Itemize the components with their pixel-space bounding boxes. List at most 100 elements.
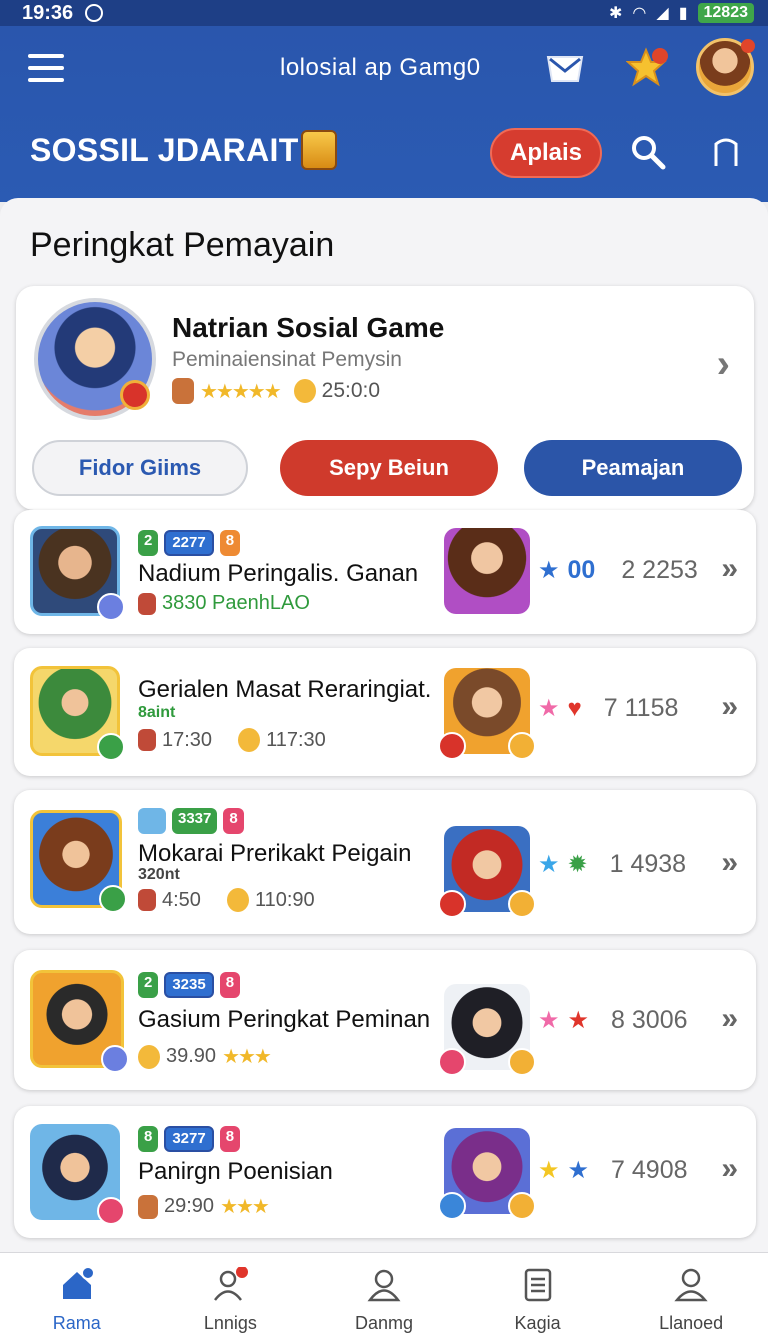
- time-value: 4:50: [162, 888, 201, 911]
- coin-icon: [508, 890, 536, 918]
- player-tag: 8aint: [138, 704, 176, 721]
- tag: 3277: [164, 1126, 214, 1152]
- featured-meta: ★★★★★ 25:0:0: [172, 378, 380, 404]
- join-button[interactable]: Peamajan: [524, 440, 742, 496]
- battery-level: 12823: [697, 3, 754, 23]
- list-item[interactable]: 3337 8 Mokarai Prerikakt Peigain 320nt 4…: [14, 790, 756, 934]
- account-icon: [674, 1268, 708, 1302]
- menu-icon[interactable]: [28, 54, 64, 82]
- nav-label: Kagia: [514, 1313, 561, 1333]
- tag: 8: [138, 1126, 159, 1152]
- double-chevron-icon[interactable]: »: [721, 1152, 738, 1186]
- coin-icon: [508, 1048, 536, 1076]
- character-icon: [172, 378, 194, 404]
- double-chevron-icon[interactable]: »: [721, 1002, 738, 1036]
- signal-icon: ◢: [656, 5, 669, 22]
- badge-icon: [438, 1048, 466, 1076]
- player-times: 17:30 117:30: [138, 728, 326, 752]
- chevron-right-icon[interactable]: ›: [717, 342, 730, 387]
- user-avatar[interactable]: [696, 38, 755, 96]
- player-thumbnail: [30, 1124, 125, 1225]
- notification-dot: [741, 39, 755, 53]
- tag-list: 2 3235 8: [138, 972, 241, 998]
- nav-item-account[interactable]: Llanoed: [614, 1253, 768, 1344]
- featured-avatar: [34, 298, 156, 420]
- tag: 2277: [164, 530, 214, 556]
- character-icon: [138, 808, 166, 834]
- crown-icon: [300, 130, 337, 170]
- badge-icon: [120, 380, 150, 410]
- list-item[interactable]: 2 3235 8 Gasium Peringkat Peminan 39.90 …: [14, 950, 756, 1090]
- trophy-icon: [226, 888, 249, 912]
- time-value: 29:90: [164, 1195, 215, 1217]
- featured-subtitle: Peminaiensinat Pemysin: [172, 348, 402, 371]
- clock-icon: [85, 4, 104, 22]
- character-portrait: [438, 1128, 536, 1220]
- character-icon: [138, 889, 156, 911]
- coin-icon: [508, 732, 536, 760]
- nav-item-friends[interactable]: Lnnigs: [154, 1253, 308, 1344]
- yellow-star-icon: ★: [538, 1157, 560, 1184]
- bluetooth-icon: ✱: [609, 5, 623, 22]
- badge-icon: [438, 890, 466, 918]
- brand-title: SOSSIL JDARAIT: [30, 130, 337, 170]
- tag: 3235: [164, 972, 214, 998]
- tag: 2: [138, 530, 159, 556]
- nav-item-list[interactable]: Kagia: [461, 1253, 615, 1344]
- time-value: 17:30: [162, 728, 213, 751]
- tag: 8: [219, 530, 241, 556]
- bookmark-icon[interactable]: [712, 136, 740, 168]
- search-icon[interactable]: [630, 134, 666, 170]
- trophy-icon: [238, 728, 261, 752]
- aplais-button[interactable]: Aplais: [490, 128, 602, 178]
- profile-icon: [367, 1269, 401, 1302]
- tag: 8: [219, 972, 241, 998]
- character-portrait: [444, 528, 530, 614]
- nav-label: Danmg: [354, 1313, 413, 1333]
- featured-card[interactable]: Natrian Sosial Game Peminaiensinat Pemys…: [16, 286, 754, 510]
- player-times: 4:50 110:90: [138, 888, 315, 912]
- time-value: 39.90: [166, 1045, 217, 1067]
- friend-games-button[interactable]: Fidor Giims: [32, 440, 248, 496]
- nav-item-profile[interactable]: Danmg: [307, 1253, 461, 1344]
- double-chevron-icon[interactable]: »: [721, 690, 738, 724]
- coin-icon: [138, 1044, 160, 1069]
- player-score: ★ ✹ 1 4938: [538, 850, 686, 879]
- play-button[interactable]: Sepy Beiun: [280, 440, 498, 496]
- list-item[interactable]: 2 2277 8 Nadium Peringalis. Ganan 3830 P…: [14, 510, 756, 634]
- rank-value: 8 3006: [611, 1006, 688, 1034]
- nav-label: Llanoed: [659, 1313, 724, 1333]
- player-sub-text: 3830 PaenhLAO: [162, 592, 310, 614]
- player-times: 29:90 ★★★: [138, 1194, 270, 1219]
- player-score: ★ ★ 7 4908: [538, 1156, 688, 1185]
- double-chevron-icon[interactable]: »: [721, 552, 738, 586]
- rating-stars: ★★★: [220, 1196, 270, 1218]
- list-item[interactable]: 8 3277 8 Panirgn Poenisian 29:90 ★★★ ★ ★…: [14, 1106, 756, 1238]
- favorites-star-icon[interactable]: [626, 46, 670, 90]
- star-icon: ★: [538, 851, 560, 878]
- character-icon: [138, 1194, 158, 1219]
- tag: 8: [219, 1126, 241, 1152]
- player-tag: 320nt: [138, 866, 180, 883]
- blue-star-icon: ★: [567, 1157, 590, 1184]
- rating-stars: ★★★: [222, 1046, 272, 1068]
- nav-item-home[interactable]: Rama: [0, 1253, 154, 1344]
- tag-list: 8 3277 8: [138, 1126, 241, 1152]
- tag: 8: [223, 808, 244, 834]
- mail-icon[interactable]: [546, 54, 584, 84]
- rank-value: 2 2253: [621, 556, 698, 584]
- player-times: 39.90 ★★★: [138, 1044, 272, 1069]
- player-thumbnail: [30, 810, 127, 913]
- double-chevron-icon[interactable]: »: [721, 846, 738, 880]
- time-value-2: 110:90: [254, 888, 315, 911]
- player-thumbnail: [30, 970, 129, 1073]
- heart-icon: ♥: [567, 694, 582, 722]
- list-item[interactable]: Gerialen Masat Reraringiat. 8aint 17:30 …: [14, 648, 756, 776]
- rank-value: 7 1158: [603, 694, 679, 722]
- app-title: lolosial ap Gamg0: [280, 54, 481, 81]
- badge-icon: [97, 1197, 125, 1225]
- player-thumbnail: [30, 666, 125, 761]
- character-icon: [138, 729, 156, 751]
- bottom-nav: Rama Lnnigs Danmg Kagia Llanoed: [0, 1252, 768, 1344]
- coin-icon: [293, 379, 316, 403]
